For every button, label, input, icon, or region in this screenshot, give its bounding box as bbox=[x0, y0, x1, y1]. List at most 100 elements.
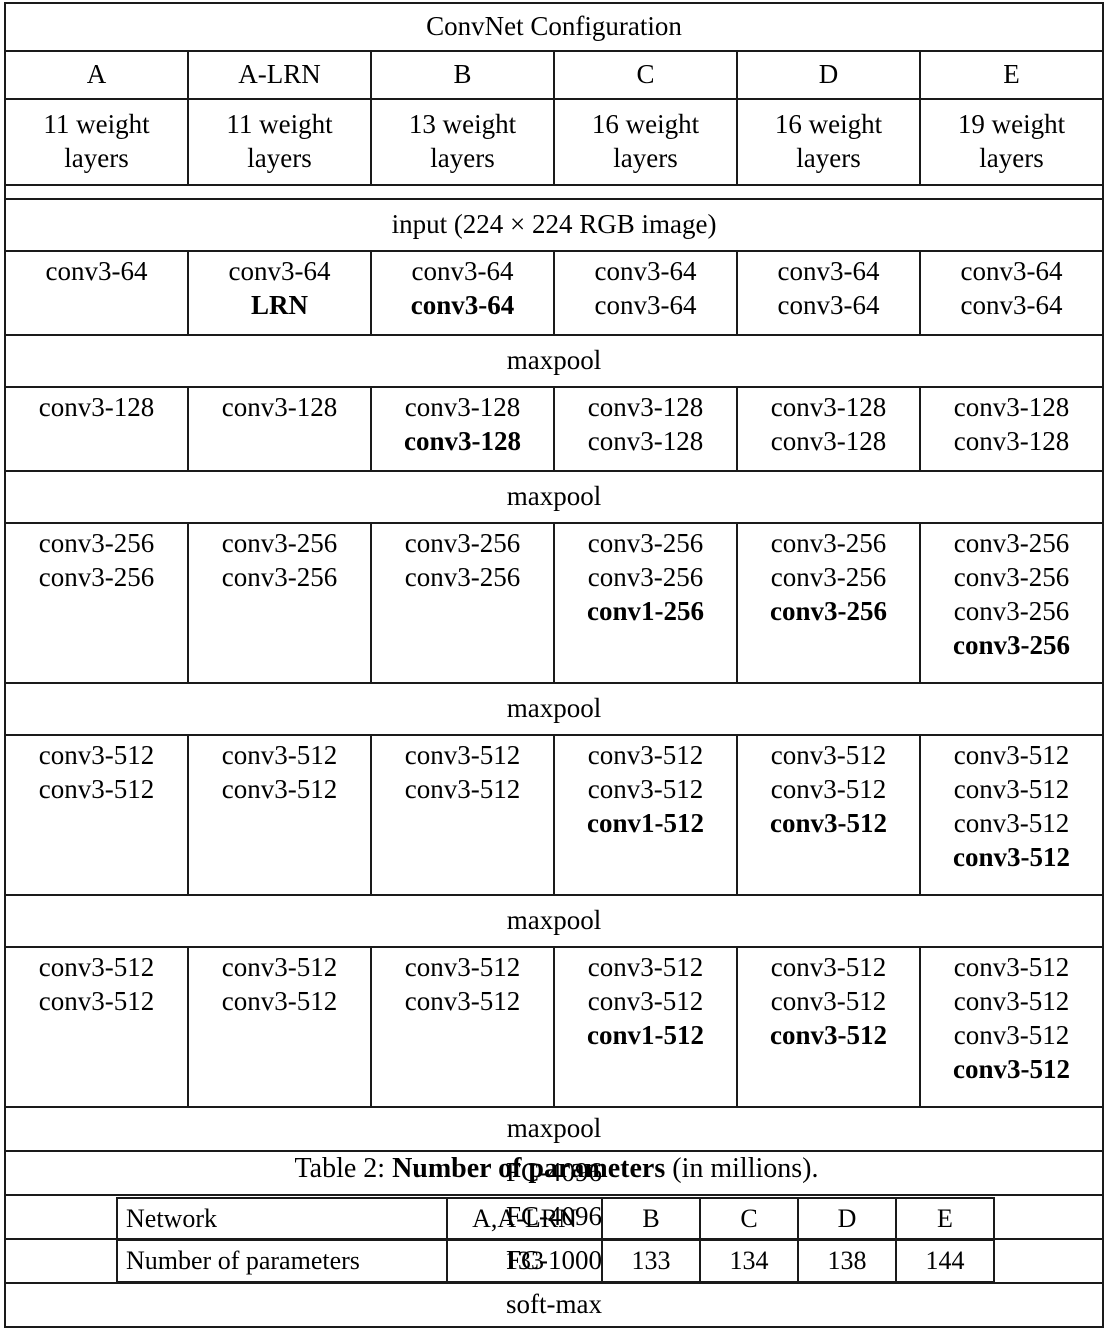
conv-cell: conv3-512 conv3-512 bbox=[4, 946, 189, 1108]
params-a-a-lrn: 133 bbox=[446, 1239, 603, 1283]
conv-layer-label: conv3-128 bbox=[38, 392, 155, 422]
maxpool-row: maxpool bbox=[3, 470, 1105, 524]
weight-layers-b: 13 weight layers bbox=[370, 98, 555, 186]
weight-layers-c: 16 weight layers bbox=[553, 98, 738, 186]
maxpool-row: maxpool bbox=[3, 1106, 1105, 1152]
conv-layer-label: conv3-512 bbox=[221, 986, 338, 1016]
conv-layer-label: conv3-512 bbox=[953, 774, 1070, 804]
conv-layer-label: conv1-512 bbox=[587, 1020, 704, 1050]
conv-layer-label: conv3-256 bbox=[221, 528, 338, 558]
conv-layer-label: conv3-256 bbox=[404, 562, 521, 592]
table2-caption-prefix: Table 2: bbox=[294, 1153, 393, 1184]
conv-cell: conv3-64 bbox=[4, 250, 189, 336]
column-header-a: A bbox=[4, 50, 189, 100]
conv-layer-label: conv3-512 bbox=[404, 986, 521, 1016]
conv-layer-label: conv3-512 bbox=[953, 986, 1070, 1016]
conv-layer-label: conv3-128 bbox=[953, 392, 1070, 422]
separator-gap bbox=[3, 184, 1105, 200]
conv-layer-label: conv3-512 bbox=[770, 1020, 887, 1050]
conv-layer-label: LRN bbox=[250, 290, 308, 320]
conv-layer-label: conv3-512 bbox=[221, 740, 338, 770]
row-label-network: Network bbox=[116, 1197, 448, 1241]
conv-cell: conv3-64 conv3-64 bbox=[370, 250, 555, 336]
conv-layer-label: conv3-256 bbox=[38, 562, 155, 592]
row-label-number-of-parameters: Number of parameters bbox=[116, 1239, 448, 1283]
conv-layer-label: conv3-512 bbox=[587, 740, 704, 770]
conv-cell: conv3-64 conv3-64 bbox=[736, 250, 921, 336]
column-header-e: E bbox=[918, 50, 1105, 100]
conv-cell: conv3-256 conv3-256 conv1-256 bbox=[553, 522, 738, 684]
maxpool-label: maxpool bbox=[3, 1106, 1105, 1152]
conv-layer-label: conv3-512 bbox=[770, 952, 887, 982]
conv-layer-label: conv3-512 bbox=[38, 986, 155, 1016]
conv-layer-label: conv3-512 bbox=[770, 808, 887, 838]
conv-layer-label: conv3-64 bbox=[45, 256, 148, 286]
conv-block-row-conv512a: conv3-512 conv3-512 conv3-512 conv3-512 co… bbox=[4, 734, 1105, 896]
conv-cell: conv3-512 conv3-512 bbox=[370, 946, 555, 1108]
conv-layer-label: conv3-512 bbox=[770, 774, 887, 804]
conv-layer-label: conv3-128 bbox=[953, 426, 1070, 456]
conv-layer-label: conv3-128 bbox=[587, 426, 704, 456]
conv-layer-label: conv3-256 bbox=[770, 528, 887, 558]
conv-cell: conv3-512 conv3-512 bbox=[4, 734, 189, 896]
conv-layer-label: conv3-64 bbox=[411, 256, 514, 286]
conv-cell: conv3-512 conv3-512 bbox=[187, 734, 372, 896]
conv-layer-label: conv3-512 bbox=[770, 986, 887, 1016]
column-header-d: D bbox=[736, 50, 921, 100]
conv-cell: conv3-256 conv3-256 conv3-256 conv3-256 bbox=[918, 522, 1105, 684]
conv-layer-label: conv3-64 bbox=[777, 290, 880, 320]
conv-cell: conv3-512 conv3-512 bbox=[370, 734, 555, 896]
soft-max-label: soft-max bbox=[3, 1282, 1105, 1328]
conv-layer-label: conv3-512 bbox=[221, 952, 338, 982]
table-row: Number of parameters 133 133 134 138 144 bbox=[116, 1239, 995, 1283]
maxpool-row: maxpool bbox=[3, 682, 1105, 736]
weight-layers-row: 11 weight layers 11 weight layers 13 wei… bbox=[4, 98, 1105, 186]
conv-cell: conv3-512 conv3-512 conv3-512 bbox=[736, 946, 921, 1108]
conv-layer-label: conv3-512 bbox=[953, 842, 1071, 872]
document-page: ConvNet Configuration A A-LRN B C D E 11… bbox=[0, 0, 1113, 1328]
conv-layer-label: conv3-64 bbox=[594, 290, 697, 320]
conv-layer-label: conv3-512 bbox=[404, 740, 521, 770]
conv-layer-label: conv3-128 bbox=[404, 426, 521, 456]
table-title-row: ConvNet Configuration bbox=[3, 2, 1105, 52]
conv-layer-label: conv3-512 bbox=[587, 952, 704, 982]
conv-layer-label: conv3-256 bbox=[770, 562, 887, 592]
conv-cell: conv3-256 conv3-256 bbox=[187, 522, 372, 684]
conv-layer-label: conv3-256 bbox=[953, 630, 1071, 660]
input-spec: input (224 × 224 RGB image) bbox=[3, 198, 1105, 252]
conv-cell: conv3-128 bbox=[4, 386, 189, 472]
conv-layer-label: conv3-128 bbox=[404, 392, 521, 422]
conv-layer-label: conv3-64 bbox=[410, 290, 515, 320]
conv-layer-label: conv3-512 bbox=[587, 774, 704, 804]
conv-cell: conv3-256 conv3-256 conv3-256 bbox=[736, 522, 921, 684]
params-b: 133 bbox=[601, 1239, 701, 1283]
conv-layer-label: conv3-256 bbox=[404, 528, 521, 558]
weight-layers-e: 19 weight layers bbox=[918, 98, 1105, 186]
column-header-row: A A-LRN B C D E bbox=[4, 50, 1105, 100]
conv-layer-label: conv3-256 bbox=[587, 528, 704, 558]
params-d: 138 bbox=[797, 1239, 897, 1283]
conv-layer-label: conv3-64 bbox=[594, 256, 697, 286]
conv-cell: conv3-512 conv3-512 bbox=[187, 946, 372, 1108]
params-e: 144 bbox=[895, 1239, 995, 1283]
conv-layer-label: conv3-512 bbox=[953, 1054, 1071, 1084]
convnet-configuration-table: ConvNet Configuration A A-LRN B C D E 11… bbox=[3, 2, 1105, 1328]
network-e: E bbox=[895, 1197, 995, 1241]
conv-cell: conv3-512 conv3-512 conv3-512 conv3-512 bbox=[918, 734, 1105, 896]
column-header-b: B bbox=[370, 50, 555, 100]
conv-layer-label: conv3-256 bbox=[770, 596, 887, 626]
conv-cell: conv3-128 conv3-128 bbox=[918, 386, 1105, 472]
column-header-c: C bbox=[553, 50, 738, 100]
conv-cell: conv3-128 conv3-128 bbox=[736, 386, 921, 472]
conv-layer-label: conv3-512 bbox=[953, 952, 1070, 982]
conv-layer-label: conv3-256 bbox=[38, 528, 155, 558]
conv-cell: conv3-64 LRN bbox=[187, 250, 372, 336]
conv-cell: conv3-64 conv3-64 bbox=[918, 250, 1105, 336]
weight-layers-d: 16 weight layers bbox=[736, 98, 921, 186]
params-c: 134 bbox=[699, 1239, 799, 1283]
conv-layer-label: conv3-512 bbox=[404, 952, 521, 982]
conv-layer-label: conv3-512 bbox=[953, 740, 1070, 770]
table-row: Network A,A-LRN B C D E bbox=[116, 1197, 995, 1241]
column-header-a-lrn: A-LRN bbox=[187, 50, 372, 100]
conv-cell: conv3-64 conv3-64 bbox=[553, 250, 738, 336]
